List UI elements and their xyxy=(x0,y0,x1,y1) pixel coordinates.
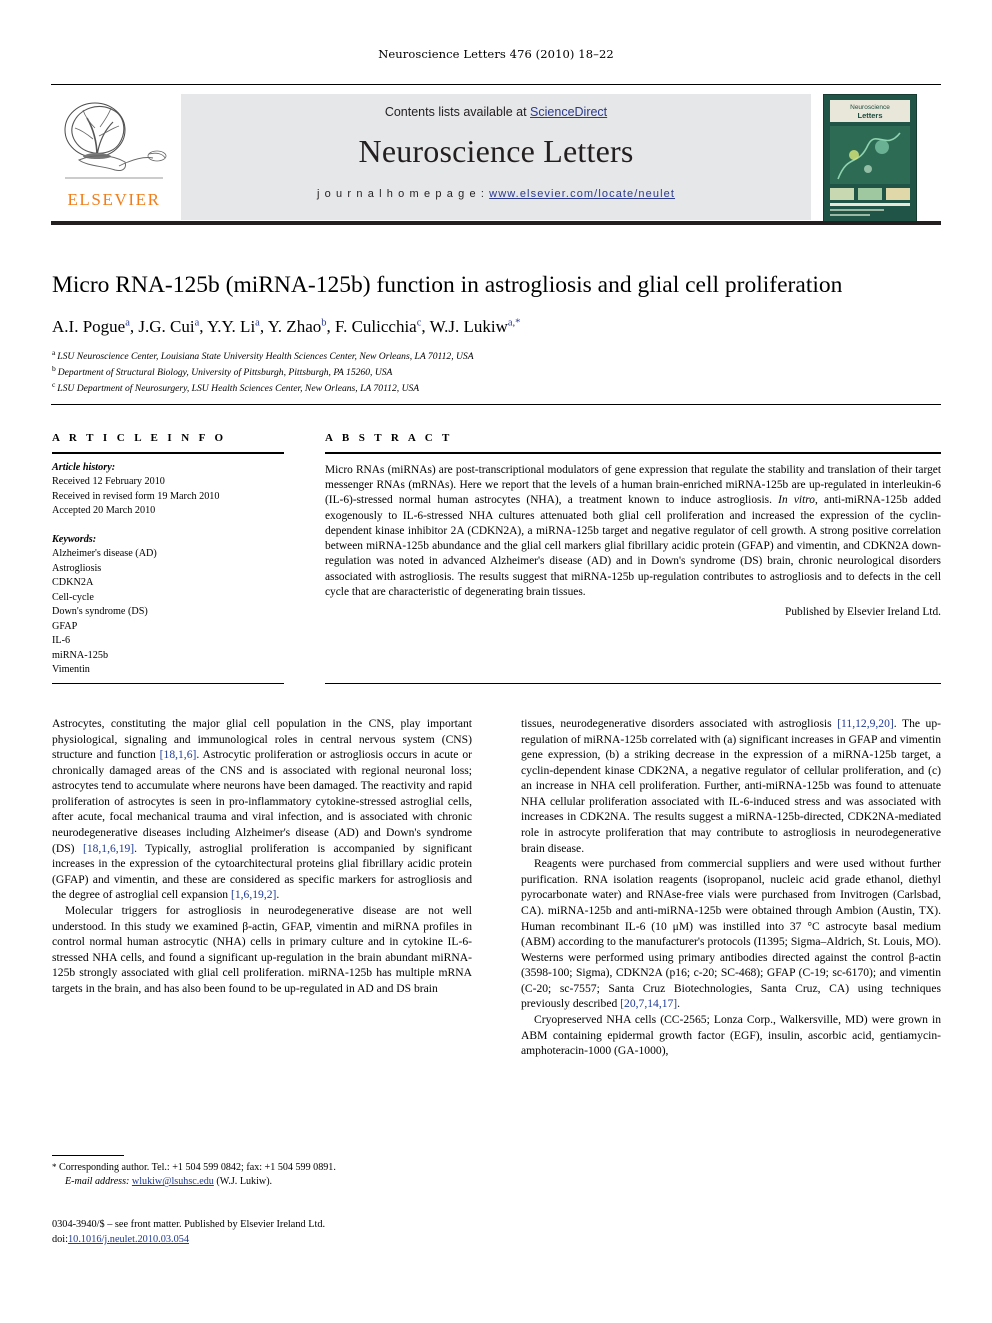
abstract-publisher-note: Published by Elsevier Ireland Ltd. xyxy=(785,605,941,618)
author-affiliation-marker: a,* xyxy=(507,317,521,329)
article-info-heading: A R T I C L E I N F O xyxy=(52,432,227,444)
svg-text:Letters: Letters xyxy=(857,111,882,120)
email-label: E-mail address: xyxy=(65,1176,130,1188)
author-affiliation-marker: a xyxy=(125,317,130,329)
citation-link[interactable]: [1,6,19,2] xyxy=(231,888,276,901)
author-affiliation-marker: a xyxy=(255,317,260,329)
article-info-rule xyxy=(52,452,284,454)
journal-band: Contents lists available at ScienceDirec… xyxy=(181,94,811,220)
doi-label: doi: xyxy=(52,1233,69,1245)
sciencedirect-link[interactable]: ScienceDirect xyxy=(530,105,607,119)
body-paragraph: Molecular triggers for astrogliosis in n… xyxy=(52,903,472,995)
history-line: Accepted 20 March 2010 xyxy=(52,505,156,517)
author-affiliation-marker: b xyxy=(321,317,327,329)
elsevier-tree-icon xyxy=(64,102,167,179)
doi-line: doi:10.1016/j.neulet.2010.03.054 xyxy=(52,1233,512,1248)
footnote-rule xyxy=(52,1155,124,1156)
page-title: Micro RNA-125b (miRNA-125b) function in … xyxy=(52,272,843,298)
keyword-item: Astrogliosis xyxy=(52,562,102,574)
contents-prefix: Contents lists available at xyxy=(384,105,531,119)
author-name: W.J. Lukiwa,* xyxy=(429,317,521,336)
abstract-rule xyxy=(325,452,941,454)
abstract-text: Micro RNAs (miRNAs) are post-transcripti… xyxy=(325,464,941,598)
running-head: Neuroscience Letters 476 (2010) 18–22 xyxy=(378,47,614,61)
citation-link[interactable]: [18,1,6] xyxy=(160,748,197,761)
keyword-item: miRNA-125b xyxy=(52,649,109,661)
author-name: J.G. Cuia xyxy=(138,317,200,336)
keyword-list: Keywords: Alzheimer's disease (AD) Astro… xyxy=(52,533,284,678)
body-paragraph: Astrocytes, constituting the major glial… xyxy=(52,717,472,902)
elsevier-wordmark: ELSEVIER xyxy=(67,190,161,209)
author-affiliation-marker: c xyxy=(416,317,422,329)
author-affiliation-marker: a xyxy=(194,317,200,329)
body-column-right: tissues, neurodegenerative disorders ass… xyxy=(521,716,941,1059)
keyword-item: Cell-cycle xyxy=(52,591,94,603)
corresponding-author-line: * Corresponding author. Tel.: +1 504 599… xyxy=(52,1161,472,1175)
corresponding-author-text: Corresponding author. Tel.: +1 504 599 0… xyxy=(59,1162,336,1173)
article-info-block: A R T I C L E I N F O Article history: R… xyxy=(52,432,284,678)
body-paragraph: tissues, neurodegenerative disorders ass… xyxy=(521,717,941,855)
journal-masthead: ELSEVIER Contents lists available at Sci… xyxy=(51,84,941,229)
history-line: Received 12 February 2010 xyxy=(52,476,165,488)
keyword-item: GFAP xyxy=(52,620,78,632)
body-paragraph: Reagents were purchased from commercial … xyxy=(521,857,941,1011)
keyword-item: Alzheimer's disease (AD) xyxy=(52,548,157,560)
affiliation-item: a LSU Neuroscience Center, Louisiana Sta… xyxy=(52,348,474,363)
email-link[interactable]: wlukiw@lsuhsc.edu xyxy=(132,1176,214,1187)
author-name: Y.Y. Lia xyxy=(207,317,260,336)
citation-link[interactable]: [20,7,14,17] xyxy=(620,997,677,1010)
article-history: Article history: Received 12 February 20… xyxy=(52,461,284,519)
author-name: A.I. Poguea xyxy=(52,317,130,336)
email-line: E-mail address: wlukiw@lsuhsc.edu (W.J. … xyxy=(52,1175,472,1189)
keyword-item: Vimentin xyxy=(52,664,90,676)
title-bottom-rule xyxy=(51,404,941,405)
masthead-bottom-rule xyxy=(51,221,941,225)
article-history-label: Article history: xyxy=(52,462,116,473)
citation-link[interactable]: [18,1,6,19] xyxy=(83,842,134,855)
abstract-heading: A B S T R A C T xyxy=(325,432,453,444)
issn-frontmatter-line: 0304-3940/$ – see front matter. Publishe… xyxy=(52,1219,326,1230)
author-name: Y. Zhaob xyxy=(267,317,327,336)
body-column-left: Astrocytes, constituting the major glial… xyxy=(52,716,472,996)
keywords-label: Keywords: xyxy=(52,533,97,545)
affiliation-list: a LSU Neuroscience Center, Louisiana Sta… xyxy=(52,348,942,395)
abstract-italic-term: In vitro xyxy=(778,494,815,507)
cover-artwork-icon: Neuroscience Letters xyxy=(824,95,916,221)
abstract-block: A B S T R A C T Micro RNAs (miRNAs) are … xyxy=(325,432,941,618)
corresponding-author-footnote: * Corresponding author. Tel.: +1 504 599… xyxy=(52,1161,472,1189)
author-list: A.I. Poguea, J.G. Cuia, Y.Y. Lia, Y. Zha… xyxy=(52,317,521,336)
homepage-label: j o u r n a l h o m e p a g e : xyxy=(316,188,490,200)
article-info-bottom-rule xyxy=(52,683,284,684)
author-name: F. Culicchiac xyxy=(334,317,422,336)
svg-text:Neuroscience: Neuroscience xyxy=(850,104,890,111)
imprint-block: 0304-3940/$ – see front matter. Publishe… xyxy=(52,1218,512,1248)
masthead-top-rule xyxy=(51,84,941,85)
history-line: Received in revised form 19 March 2010 xyxy=(52,490,220,502)
journal-homepage-link[interactable]: www.elsevier.com/locate/neulet xyxy=(489,188,675,200)
keyword-item: Down's syndrome (DS) xyxy=(52,606,148,618)
journal-cover-thumbnail: Neuroscience Letters xyxy=(823,94,917,222)
body-paragraph: Cryopreserved NHA cells (CC-2565; Lonza … xyxy=(521,1012,941,1058)
abstract-bottom-rule xyxy=(325,683,941,684)
doi-link[interactable]: 10.1016/j.neulet.2010.03.054 xyxy=(68,1234,189,1245)
affiliation-item: c LSU Department of Neurosurgery, LSU He… xyxy=(52,379,420,394)
journal-article-page: Neuroscience Letters 476 (2010) 18–22 EL… xyxy=(0,0,992,1323)
email-owner: (W.J. Lukiw). xyxy=(216,1176,273,1188)
journal-title: Neuroscience Letters xyxy=(358,133,634,169)
journal-homepage-line: j o u r n a l h o m e p a g e : www.else… xyxy=(181,188,811,200)
affiliation-item: b Department of Structural Biology, Univ… xyxy=(52,363,393,378)
contents-line: Contents lists available at ScienceDirec… xyxy=(181,105,811,119)
elsevier-logo: ELSEVIER xyxy=(53,94,175,214)
citation-link[interactable]: [11,12,9,20] xyxy=(837,717,894,730)
keyword-item: CDKN2A xyxy=(52,577,94,589)
keyword-item: IL-6 xyxy=(52,635,71,647)
footnote-star: * xyxy=(52,1162,57,1172)
